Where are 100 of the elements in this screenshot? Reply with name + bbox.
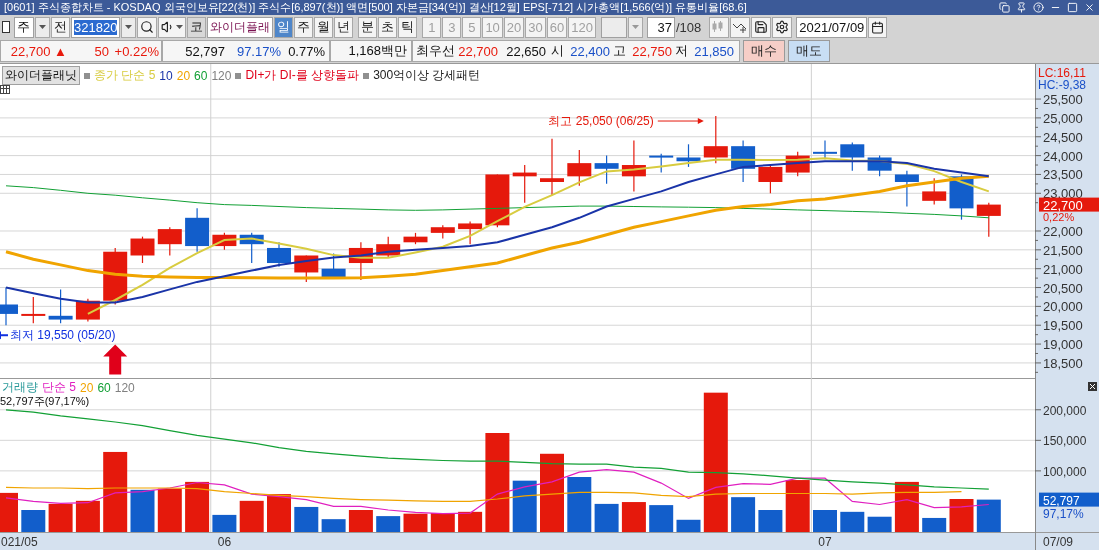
up-arrow-icon bbox=[103, 344, 128, 375]
caret-icon bbox=[39, 25, 46, 29]
axis-label: 24,500 bbox=[1043, 129, 1083, 145]
date-label: 06 bbox=[217, 535, 232, 549]
best-bid: 22,650 bbox=[505, 43, 546, 59]
axis-label: 25,000 bbox=[1043, 110, 1083, 126]
high-label: 고 bbox=[612, 42, 626, 60]
axis-label: 19,500 bbox=[1043, 318, 1083, 334]
signal-label: DI+가 DI-를 상향돌파 bbox=[245, 67, 360, 84]
date-field[interactable]: 2021/07/09 bbox=[796, 16, 868, 38]
hc-value: HC:-9,38 bbox=[1038, 78, 1087, 92]
caret-icon bbox=[125, 25, 133, 29]
dropdown-button[interactable] bbox=[35, 16, 50, 38]
indicator-label: 60 bbox=[194, 68, 208, 83]
current-price-tag: 22,700 bbox=[1039, 197, 1099, 213]
add-indicator-button[interactable] bbox=[730, 16, 751, 38]
interval-field[interactable] bbox=[600, 16, 627, 38]
pin-icon[interactable] bbox=[1016, 2, 1027, 13]
axis-label: 20,500 bbox=[1043, 280, 1083, 296]
turnover-rate: 0.77% bbox=[287, 43, 325, 59]
high-price-note: 최고 25,050 (06/25) bbox=[548, 114, 654, 128]
trade-volume: 52,797 bbox=[184, 43, 225, 59]
help-icon[interactable] bbox=[1033, 2, 1044, 13]
sound-button[interactable] bbox=[158, 16, 187, 38]
low-price: 21,850 bbox=[693, 43, 734, 59]
dropdown-button[interactable] bbox=[121, 16, 137, 38]
calendar-button[interactable] bbox=[868, 16, 888, 38]
marker-icon bbox=[84, 72, 90, 79]
unit-tab[interactable]: 초 bbox=[378, 16, 398, 38]
indicator-label: 종가 단순 5 bbox=[94, 67, 156, 84]
caret-icon bbox=[176, 25, 184, 29]
best-quote-label: 최우선 bbox=[415, 42, 456, 60]
axis-label: 23,500 bbox=[1043, 167, 1083, 183]
period-tab[interactable]: 일 bbox=[274, 16, 294, 38]
maximize-icon[interactable] bbox=[1067, 2, 1078, 13]
axis-label: 100,000 bbox=[1043, 464, 1087, 479]
window-title: [0601] 주식종합차트 - KOSDAQ 외국인보유[22(천)] 주식수[6,897(천)] 액면[500] 자본금[34(억)] 결산[12월] EPS[-712] 시가총액[1,566(억)] 유통비율[68.6] bbox=[4, 0, 747, 15]
marker-icon bbox=[235, 72, 242, 79]
open-price: 22,400 bbox=[569, 43, 610, 59]
arrow-icon bbox=[0, 331, 9, 340]
volume-note: 52,797주(97,17%) bbox=[0, 394, 90, 409]
change-rate-label: 0,22% bbox=[1043, 210, 1075, 223]
save-button[interactable] bbox=[751, 16, 772, 38]
count-field[interactable]: 37 bbox=[646, 16, 675, 38]
axis-label: 21,500 bbox=[1043, 242, 1083, 258]
indicator-label: 120 bbox=[114, 380, 135, 395]
copy-icon[interactable] bbox=[999, 2, 1010, 13]
buy-button[interactable]: 매수 bbox=[743, 40, 785, 62]
arrow-icon bbox=[657, 118, 704, 124]
axis-label: 19,000 bbox=[1043, 337, 1083, 353]
indicator-label: 20 bbox=[176, 68, 191, 83]
table-icon[interactable] bbox=[0, 85, 10, 94]
search-button[interactable] bbox=[137, 16, 158, 38]
close-icon[interactable] bbox=[1084, 2, 1095, 13]
signal-label: 300억이상 강세패턴 bbox=[373, 67, 481, 84]
high-price: 22,750 bbox=[631, 43, 672, 59]
date-label: 07/09 bbox=[1043, 535, 1074, 549]
chart-add-icon bbox=[733, 21, 748, 33]
stock-name-field[interactable]: 와이더플래 bbox=[207, 16, 274, 38]
period-tab[interactable]: 주 bbox=[294, 16, 314, 38]
axis-label: 25,500 bbox=[1043, 92, 1083, 108]
low-price-note: 최저 19,550 (05/20) bbox=[10, 328, 116, 343]
unit-tab[interactable]: 분 bbox=[358, 16, 378, 38]
unit-tab[interactable]: 틱 bbox=[398, 16, 418, 38]
close-icon[interactable] bbox=[1088, 382, 1097, 391]
indicator-label: 120 bbox=[211, 68, 232, 83]
low-label: 저 bbox=[674, 42, 688, 60]
indicator-label: 거래량 bbox=[2, 379, 38, 396]
current-price: 22,700 ▲ bbox=[9, 43, 67, 59]
axis-label: 18,500 bbox=[1043, 355, 1083, 371]
save-icon bbox=[754, 20, 769, 34]
indicator-label: 60 bbox=[97, 380, 111, 395]
period-tab[interactable]: 년 bbox=[334, 16, 354, 38]
total-count: /108 bbox=[675, 19, 702, 35]
settings-button[interactable] bbox=[772, 16, 793, 38]
price-change: 50 bbox=[93, 43, 109, 59]
date-label: 021/05 bbox=[1, 535, 38, 549]
indicator-label: 10 bbox=[159, 68, 173, 83]
axis-label: 21,000 bbox=[1043, 261, 1083, 277]
best-ask: 22,700 bbox=[458, 43, 498, 59]
stock-name-label: 와이더플래닛 bbox=[2, 66, 80, 85]
all-button[interactable]: 전 bbox=[51, 16, 70, 38]
trade-amount: 1,168백만 bbox=[347, 42, 407, 60]
axis-label: 20,000 bbox=[1043, 299, 1083, 315]
settings-icon bbox=[775, 20, 790, 34]
axis-label: 200,000 bbox=[1043, 403, 1087, 418]
indicator-label: 20 bbox=[80, 380, 94, 395]
axis-label: 150,000 bbox=[1043, 434, 1087, 449]
change-rate: +0.22% bbox=[113, 43, 159, 59]
marker-icon bbox=[363, 72, 370, 79]
market-field[interactable]: 주 bbox=[14, 16, 34, 38]
sell-button[interactable]: 매도 bbox=[788, 40, 830, 62]
period-tab[interactable]: 월 bbox=[314, 16, 334, 38]
market-kind-button[interactable]: 코 bbox=[187, 16, 207, 38]
open-label: 시 bbox=[550, 42, 564, 60]
code-field[interactable]: 321820 bbox=[71, 16, 121, 38]
window-icon[interactable] bbox=[2, 19, 10, 35]
axis-label: 24,000 bbox=[1043, 148, 1083, 164]
axis-label: 22,000 bbox=[1043, 224, 1083, 239]
caret-icon bbox=[631, 25, 639, 29]
